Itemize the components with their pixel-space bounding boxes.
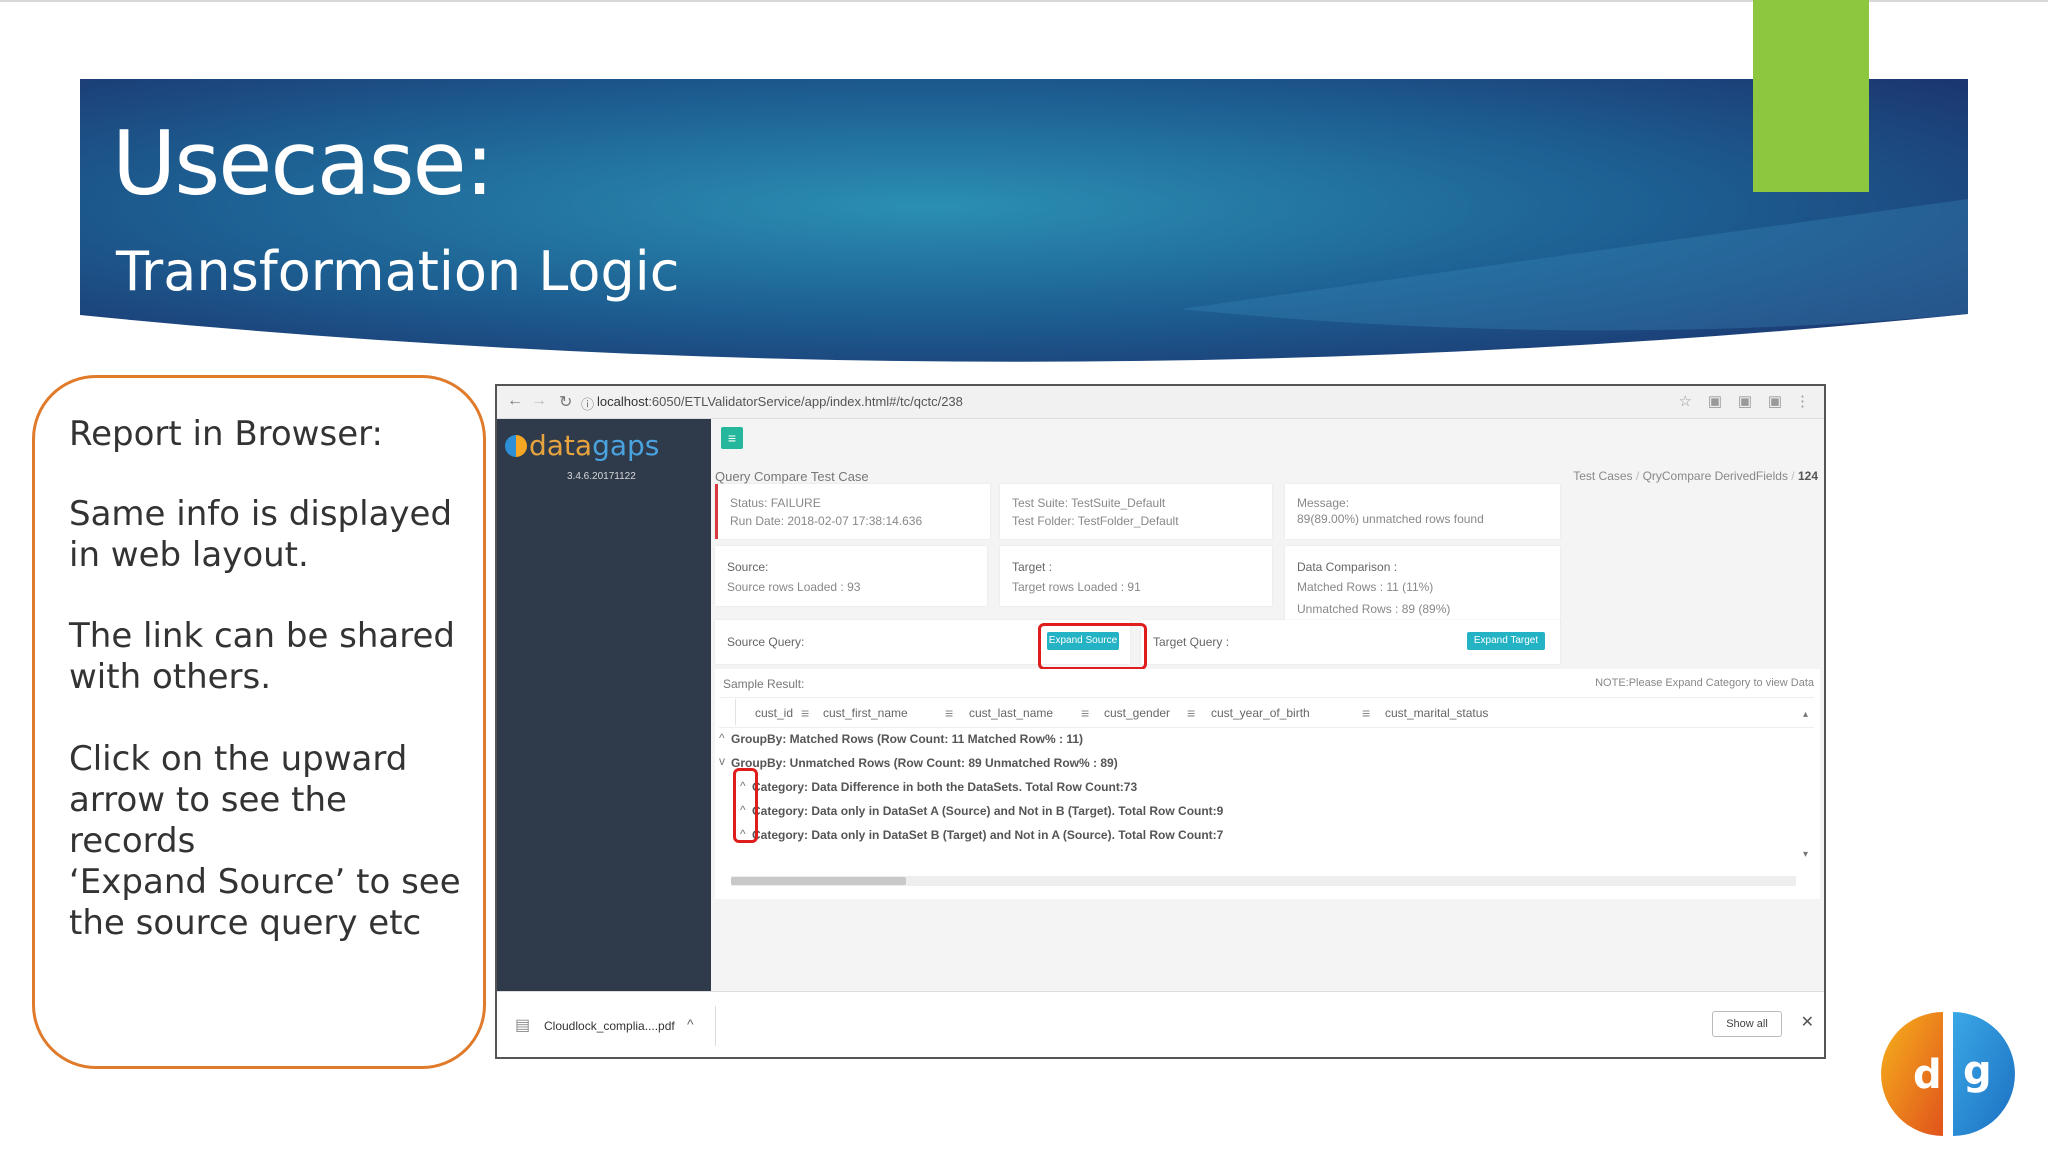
message-label: Message: [1297, 496, 1350, 510]
datagaps-logo-icon [505, 435, 527, 457]
forward-arrow-icon[interactable]: → [531, 392, 547, 410]
category-row[interactable]: Category: Data only in DataSet A (Source… [752, 804, 1223, 818]
suite-card: Test Suite: TestSuite_Default Test Folde… [1000, 484, 1272, 539]
browser-window: ← → ↻ ⓘ localhost:6050/ETLValidatorServi… [495, 384, 1826, 1059]
breadcrumb: Test Cases / QryCompare DerivedFields / … [1573, 469, 1818, 483]
slide-subtitle: Transformation Logic [116, 240, 680, 303]
matched-rows-text: Matched Rows : 11 (11%) [1297, 580, 1434, 594]
url-field[interactable]: localhost:6050/ETLValidatorService/app/i… [597, 394, 963, 409]
svg-text:g: g [1963, 1048, 1992, 1094]
logo-text-data: data [529, 429, 593, 462]
category-row[interactable]: Category: Data Difference in both the Da… [752, 780, 1137, 794]
source-rows-text: Source rows Loaded : 93 [727, 580, 861, 594]
source-label: Source: [727, 560, 769, 574]
target-query-label: Target Query : [1153, 635, 1230, 649]
scroll-down-icon[interactable]: ▾ [1803, 849, 1808, 860]
sample-result-panel: Sample Result: NOTE:Please Expand Catego… [715, 669, 1820, 899]
breadcrumb-id: 124 [1797, 469, 1818, 483]
chevron-down-icon[interactable]: v [719, 754, 725, 768]
target-query-card: Target Query : Expand Target [1141, 620, 1560, 664]
expand-up-arrow-icon[interactable]: ^ [719, 731, 725, 745]
svg-text:d: d [1913, 1052, 1942, 1098]
accent-bar [1753, 0, 1869, 192]
extension-icon[interactable]: ▣ [1708, 392, 1722, 410]
data-comparison-card: Data Comparison : Matched Rows : 11 (11%… [1285, 546, 1560, 624]
app-main: ≡ Query Compare Test Case Test Cases / Q… [711, 419, 1824, 991]
callout-text-3: The link can be shared with others. [69, 616, 456, 697]
test-suite-text: Test Suite: TestSuite_Default [1012, 496, 1166, 510]
chevron-up-icon[interactable]: ^ [687, 1016, 694, 1032]
info-icon[interactable]: ⓘ [581, 394, 594, 413]
page-title: Query Compare Test Case [715, 469, 869, 484]
top-rule [0, 0, 2048, 2]
comparison-label: Data Comparison : [1297, 560, 1398, 574]
column-header-first-name[interactable]: cust_first_name [823, 706, 908, 720]
url-path: :6050/ETLValidatorService/app/index.html… [648, 394, 963, 409]
column-header-marital-status[interactable]: cust_marital_status [1385, 706, 1488, 720]
expand-source-highlight [1038, 623, 1147, 670]
source-card: Source: Source rows Loaded : 93 [715, 546, 987, 606]
column-header-gender[interactable]: cust_gender [1104, 706, 1170, 720]
extension-icon[interactable]: ▣ [1768, 392, 1782, 410]
column-menu-icon[interactable]: ≡ [801, 705, 809, 721]
file-icon: ▤ [515, 1017, 531, 1034]
download-file-name[interactable]: Cloudlock_complia....pdf [544, 1019, 675, 1033]
show-all-button[interactable]: Show all [1712, 1011, 1782, 1037]
callout-text-5: ‘Expand Source’ to see the source query … [69, 862, 461, 943]
callout-text-1: Report in Browser: [69, 414, 383, 454]
message-text: 89(89.00%) unmatched rows found [1297, 512, 1484, 526]
breadcrumb-testcase[interactable]: QryCompare DerivedFields [1643, 469, 1788, 483]
status-text: Status: FAILURE [730, 496, 821, 510]
column-header-cust-id[interactable]: cust_id [755, 706, 793, 720]
scroll-up-icon[interactable]: ▴ [1803, 709, 1808, 720]
app-logo[interactable]: datagaps [529, 429, 659, 462]
callout-text-2: Same info is displayed in web layout. [69, 494, 453, 575]
address-bar: ← → ↻ ⓘ localhost:6050/ETLValidatorServi… [497, 386, 1824, 419]
app-version: 3.4.6.20171122 [567, 471, 636, 482]
reload-icon[interactable]: ↻ [559, 392, 572, 412]
sample-result-label: Sample Result: [723, 677, 805, 691]
test-folder-text: Test Folder: TestFolder_Default [1012, 514, 1179, 528]
dg-logo-icon: d g [1873, 1000, 2023, 1150]
target-rows-text: Target rows Loaded : 91 [1012, 580, 1141, 594]
extension-icon[interactable]: ▣ [1738, 392, 1752, 410]
more-menu-icon[interactable]: ⋮ [1795, 392, 1810, 410]
bookmark-star-icon[interactable]: ☆ [1679, 392, 1692, 410]
slide-title: Usecase: [112, 112, 494, 215]
horizontal-scrollbar[interactable] [731, 876, 1796, 886]
callout-box: Report in Browser: Same info is displaye… [32, 375, 486, 1069]
group-unmatched-rows[interactable]: GroupBy: Unmatched Rows (Row Count: 89 U… [731, 756, 1118, 770]
run-date-text: Run Date: 2018-02-07 17:38:14.636 [730, 514, 923, 528]
message-card: Message: 89(89.00%) unmatched rows found [1285, 484, 1560, 539]
menu-toggle-button[interactable]: ≡ [721, 427, 743, 449]
back-arrow-icon[interactable]: ← [507, 392, 523, 410]
app-sidebar: datagaps 3.4.6.20171122 [497, 419, 711, 991]
target-card: Target : Target rows Loaded : 91 [1000, 546, 1272, 606]
download-bar: ▤ Cloudlock_complia....pdf ^ Show all ✕ [497, 991, 1824, 1057]
target-label: Target : [1012, 560, 1053, 574]
column-header-year-of-birth[interactable]: cust_year_of_birth [1211, 706, 1310, 720]
column-menu-icon[interactable]: ≡ [1362, 705, 1370, 721]
logo-text-gaps: gaps [592, 429, 660, 462]
url-host: localhost [597, 394, 649, 409]
group-matched-rows[interactable]: GroupBy: Matched Rows (Row Count: 11 Mat… [731, 732, 1083, 746]
close-icon[interactable]: ✕ [1801, 1012, 1814, 1032]
up-arrow-highlight [733, 768, 758, 843]
source-query-label: Source Query: [727, 635, 805, 649]
column-menu-icon[interactable]: ≡ [1081, 705, 1089, 721]
breadcrumb-test-cases[interactable]: Test Cases [1573, 469, 1632, 483]
callout-text-4: Click on the upward arrow to see the rec… [69, 739, 408, 861]
scrollbar-thumb[interactable] [731, 877, 906, 885]
sample-note: NOTE:Please Expand Category to view Data [1595, 677, 1814, 689]
unmatched-rows-text: Unmatched Rows : 89 (89%) [1297, 602, 1451, 616]
column-menu-icon[interactable]: ≡ [945, 705, 953, 721]
column-menu-icon[interactable]: ≡ [1187, 705, 1195, 721]
column-header-last-name[interactable]: cust_last_name [969, 706, 1053, 720]
category-row[interactable]: Category: Data only in DataSet B (Target… [752, 828, 1223, 842]
expand-target-button[interactable]: Expand Target [1467, 632, 1545, 650]
status-card: Status: FAILURE Run Date: 2018-02-07 17:… [715, 484, 990, 539]
